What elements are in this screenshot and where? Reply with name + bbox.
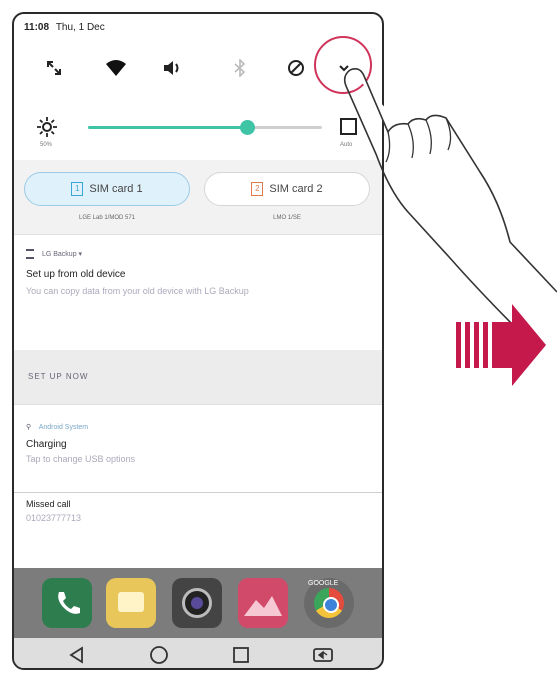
brightness-icon — [36, 116, 58, 143]
notification-charging[interactable]: ⚲ Android System Charging Tap to change … — [14, 404, 382, 492]
sim-1-icon: 1 — [71, 182, 84, 196]
chevron-down-icon: ▾ — [78, 250, 83, 258]
notification-missed-call[interactable]: Missed call 01023777713 — [14, 492, 382, 568]
recents-icon[interactable] — [226, 642, 256, 668]
phone-app-icon[interactable] — [42, 578, 92, 628]
notification-title: Set up from old device — [26, 269, 126, 280]
notification-app-row: ⚲ Android System — [26, 423, 370, 431]
status-date: Thu, 1 Dec — [55, 22, 105, 33]
status-time: 11:08 — [24, 22, 50, 33]
notification-body: You can copy data from your old device w… — [26, 286, 249, 296]
notification-title: Charging — [26, 439, 67, 450]
sound-icon[interactable] — [154, 50, 190, 86]
sim-2-icon: 2 — [251, 182, 264, 196]
do-not-disturb-icon[interactable] — [278, 50, 314, 86]
notification-body: 01023777713 — [26, 513, 82, 523]
sim-card-2-label: SIM card 2 — [269, 183, 323, 195]
home-icon[interactable] — [144, 642, 174, 668]
notification-lg-backup[interactable]: LG Backup ▾ Set up from old device You c… — [14, 234, 382, 350]
brightness-row: 50% Auto — [14, 106, 382, 156]
notification-title: Missed call — [26, 499, 71, 509]
set-up-now-label: SET UP NOW — [28, 372, 89, 381]
dual-window-icon[interactable] — [308, 642, 338, 668]
sim-card-1-button[interactable]: 1 SIM card 1 — [24, 172, 190, 206]
wifi-icon[interactable] — [98, 50, 134, 86]
list-icon — [26, 249, 34, 259]
gallery-app-icon[interactable] — [238, 578, 288, 628]
notification-body: Tap to change USB options — [26, 454, 136, 464]
notification-app-name: Android System — [38, 424, 89, 431]
brightness-slider[interactable] — [88, 120, 322, 135]
chrome-app-icon[interactable]: GOOGLE — [304, 578, 354, 628]
back-icon[interactable] — [62, 642, 92, 668]
screen-rotate-icon[interactable] — [36, 50, 72, 86]
set-up-now-button[interactable]: SET UP NOW — [14, 350, 382, 404]
right-arrow-icon — [448, 300, 548, 395]
camera-app-icon[interactable] — [172, 578, 222, 628]
sim-card-1-carrier: LGE Lab 1/MOD 571 — [78, 215, 136, 221]
notification-app-name: LG Backup — [41, 250, 77, 258]
phone-frame: 11:08 Thu, 1 Dec 50% Auto 1 SIM card 1 L… — [12, 12, 384, 670]
notification-app-row: LG Backup ▾ — [26, 249, 370, 259]
brightness-label: 50% — [40, 142, 53, 148]
brightness-slider-thumb[interactable] — [240, 120, 256, 135]
dock-folder-label: GOOGLE — [308, 580, 339, 587]
sim-card-area: 1 SIM card 1 LGE Lab 1/MOD 571 2 SIM car… — [14, 160, 382, 234]
bluetooth-icon[interactable] — [222, 50, 258, 86]
usb-icon: ⚲ — [26, 424, 32, 431]
brightness-slider-fill — [88, 126, 248, 129]
home-screen-dock: GOOGLE — [14, 568, 382, 668]
messaging-app-icon[interactable] — [106, 578, 156, 628]
sim-card-1-label: SIM card 1 — [89, 183, 143, 195]
navigation-bar — [14, 638, 382, 668]
status-bar: 11:08 Thu, 1 Dec — [24, 22, 105, 33]
